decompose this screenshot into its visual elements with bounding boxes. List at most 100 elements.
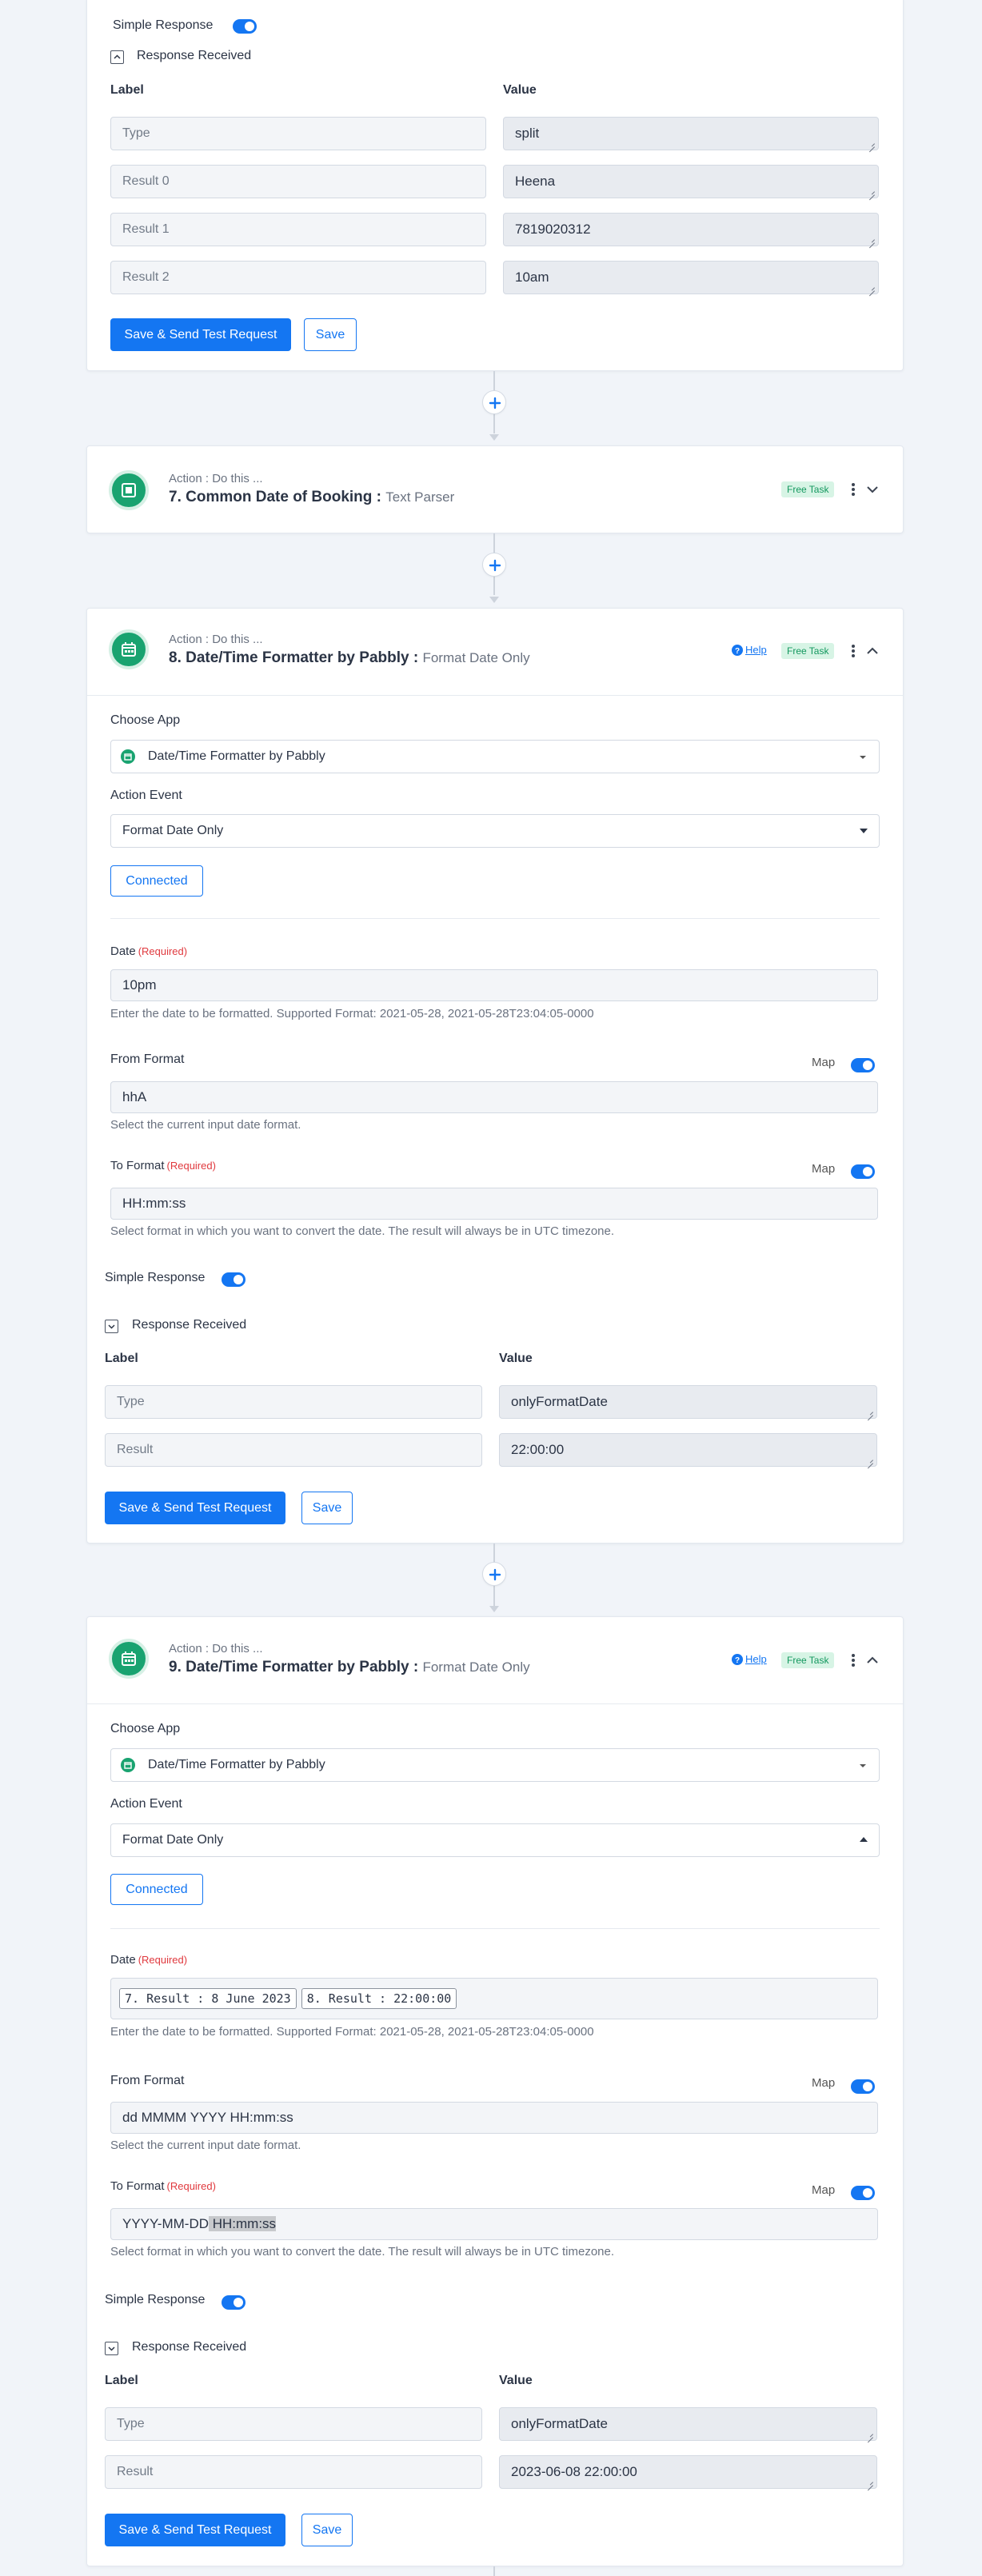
- response-received-expand-button[interactable]: [105, 1320, 118, 1333]
- resize-handle-icon[interactable]: [867, 1409, 873, 1416]
- response-value-field: 2023-06-08 22:00:00: [499, 2455, 877, 2489]
- resize-handle-icon[interactable]: [868, 285, 875, 291]
- required-indicator: (Required): [166, 1160, 216, 1172]
- resize-handle-icon[interactable]: [867, 2479, 873, 2486]
- response-received-expand-button[interactable]: [105, 2342, 118, 2355]
- choose-app-select[interactable]: Date/Time Formatter by Pabbly: [110, 740, 880, 773]
- step-title: 8. Date/Time Formatter by Pabbly : Forma…: [169, 649, 530, 667]
- add-step-button[interactable]: [482, 1562, 506, 1586]
- choose-app-select[interactable]: Date/Time Formatter by Pabbly: [110, 1748, 880, 1782]
- chevron-down-icon[interactable]: [866, 483, 879, 496]
- map-toggle[interactable]: [851, 1058, 875, 1072]
- resize-handle-icon[interactable]: [868, 141, 875, 147]
- step-title-text: 8. Date/Time Formatter by Pabbly :: [169, 649, 423, 666]
- map-toggle[interactable]: [851, 2186, 875, 2200]
- to-format-label-text: To Format: [110, 1159, 165, 1172]
- step-title-text: 7. Common Date of Booking :: [169, 489, 386, 505]
- date-input[interactable]: 7. Result : 8 June 2023 8. Result : 22:00…: [110, 1978, 878, 2019]
- save-send-test-request-button[interactable]: Save & Send Test Request: [105, 2514, 285, 2546]
- to-format-input[interactable]: YYYY-MM-DD HH:mm:ss: [110, 2208, 878, 2240]
- resize-handle-icon[interactable]: [867, 1457, 873, 1464]
- text-parser-app-icon: [109, 470, 149, 510]
- label-column-header: Label: [110, 83, 144, 97]
- save-send-test-request-button[interactable]: Save & Send Test Request: [110, 318, 291, 351]
- chevron-up-icon[interactable]: [866, 645, 879, 657]
- response-label-field: Result 2: [110, 261, 486, 294]
- svg-text:?: ?: [735, 1656, 740, 1665]
- value-column-header: Value: [503, 83, 537, 97]
- to-format-help-text: Select format in which you want to conve…: [110, 1224, 615, 1238]
- resize-handle-icon[interactable]: [868, 237, 875, 243]
- simple-response-toggle[interactable]: [222, 2295, 246, 2310]
- more-options-icon[interactable]: [852, 1654, 855, 1667]
- save-button[interactable]: Save: [301, 2514, 353, 2546]
- simple-response-label: Simple Response: [105, 1271, 206, 1284]
- more-options-icon[interactable]: [852, 645, 855, 657]
- response-value-text: split: [515, 126, 540, 141]
- calendar-icon: [124, 753, 132, 761]
- choose-app-label: Choose App: [110, 1722, 181, 1735]
- free-task-badge: Free Task: [781, 481, 835, 497]
- step-title: 7. Common Date of Booking : Text Parser: [169, 489, 454, 506]
- step-7-card[interactable]: Action : Do this ... 7. Common Date of B…: [86, 445, 904, 533]
- more-options-icon[interactable]: [852, 483, 855, 496]
- date-time-formatter-app-icon: [109, 629, 149, 669]
- response-value-text: onlyFormatDate: [511, 2416, 608, 2431]
- plus-icon: [489, 559, 501, 572]
- save-send-test-request-button[interactable]: Save & Send Test Request: [105, 1492, 285, 1524]
- chevron-down-icon: [108, 2346, 115, 2351]
- label-column-header: Label: [105, 2374, 138, 2387]
- add-step-button[interactable]: [482, 553, 506, 577]
- resize-handle-icon[interactable]: [868, 189, 875, 195]
- plus-icon: [489, 1568, 501, 1581]
- from-format-help-text: Select the current input date format.: [110, 2139, 301, 2152]
- calendar-icon: [122, 1651, 136, 1666]
- date-time-formatter-app-icon: [121, 1758, 135, 1772]
- connected-button[interactable]: Connected: [110, 1874, 203, 1905]
- date-label-text: Date: [110, 945, 136, 958]
- mapped-field-chip[interactable]: 8. Result : 22:00:00: [301, 1988, 457, 2009]
- date-time-formatter-app-icon: [121, 749, 135, 764]
- map-toggle[interactable]: [851, 1164, 875, 1179]
- required-indicator: (Required): [138, 1954, 188, 1966]
- help-icon[interactable]: ?: [732, 645, 743, 656]
- response-value-field: split: [503, 117, 879, 150]
- add-step-button[interactable]: [482, 390, 506, 414]
- to-format-input[interactable]: HH:mm:ss: [110, 1188, 878, 1220]
- simple-response-toggle[interactable]: [222, 1272, 246, 1287]
- date-time-formatter-app-icon: [109, 1639, 149, 1679]
- mapped-field-chip[interactable]: 7. Result : 8 June 2023: [119, 1988, 297, 2009]
- connector-arrow-icon: [489, 434, 499, 441]
- map-label: Map: [812, 1056, 836, 1069]
- simple-response-toggle[interactable]: [233, 19, 257, 34]
- from-format-input[interactable]: dd MMMM YYYY HH:mm:ss: [110, 2102, 878, 2134]
- response-value-field: onlyFormatDate: [499, 1385, 877, 1419]
- to-format-label-text: To Format: [110, 2179, 165, 2193]
- from-format-help-text: Select the current input date format.: [110, 1118, 301, 1132]
- calendar-icon: [122, 642, 136, 657]
- help-icon[interactable]: ?: [732, 1654, 743, 1665]
- from-format-input[interactable]: hhA: [110, 1081, 878, 1113]
- step-app-name: Format Date Only: [422, 650, 530, 665]
- date-input[interactable]: 10pm: [110, 969, 878, 1001]
- response-value-text: Heena: [515, 174, 556, 189]
- resize-handle-icon[interactable]: [867, 2431, 873, 2438]
- save-button[interactable]: Save: [301, 1492, 353, 1524]
- save-button[interactable]: Save: [304, 318, 357, 351]
- chevron-up-icon[interactable]: [866, 1654, 879, 1667]
- chevron-down-icon: [108, 1324, 115, 1329]
- section-divider: [110, 1928, 880, 1929]
- selected-text-highlight: HH:mm:ss: [209, 2216, 277, 2231]
- action-event-select[interactable]: Format Date Only: [110, 1823, 880, 1857]
- help-link[interactable]: Help: [745, 1653, 767, 1665]
- action-event-select[interactable]: Format Date Only: [110, 814, 880, 848]
- date-label-text: Date: [110, 1953, 136, 1967]
- value-column-header: Value: [499, 1352, 533, 1365]
- map-toggle[interactable]: [851, 2079, 875, 2094]
- response-received-collapse-button[interactable]: [110, 50, 124, 64]
- date-help-text: Enter the date to be formatted. Supporte…: [110, 2025, 594, 2039]
- response-label-field: Type: [110, 117, 486, 150]
- help-link[interactable]: Help: [745, 644, 767, 656]
- connected-button[interactable]: Connected: [110, 865, 203, 897]
- choose-app-label: Choose App: [110, 713, 181, 727]
